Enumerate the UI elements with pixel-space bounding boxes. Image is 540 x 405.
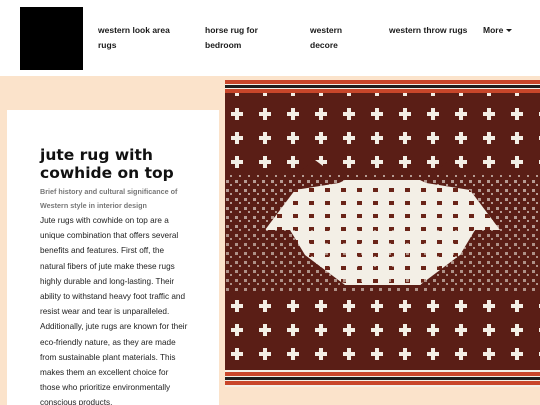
nav-item-western-decore[interactable]: western decore: [310, 23, 370, 53]
nav-more-label: More: [483, 25, 504, 35]
nav-item-horse-rug-for-bedroom[interactable]: horse rug for bedroom: [205, 23, 285, 53]
nav-item-western-throw-rugs[interactable]: western throw rugs: [389, 23, 469, 38]
site-logo[interactable]: [20, 7, 83, 70]
nav-more-dropdown[interactable]: More: [483, 23, 513, 38]
article-body: Jute rugs with cowhide on top are a uniq…: [40, 216, 188, 405]
rug-image: [225, 80, 540, 387]
chevron-down-icon: [506, 29, 513, 32]
article-subtitle: Brief history and cultural significance …: [40, 187, 178, 210]
article-title: jute rug with cowhide on top: [40, 146, 174, 182]
article-card: jute rug with cowhide on top Brief histo…: [7, 110, 219, 405]
nav-item-western-look-area-rugs[interactable]: western look area rugs: [98, 23, 190, 53]
site-header: western look area rugs horse rug for bed…: [0, 0, 540, 76]
